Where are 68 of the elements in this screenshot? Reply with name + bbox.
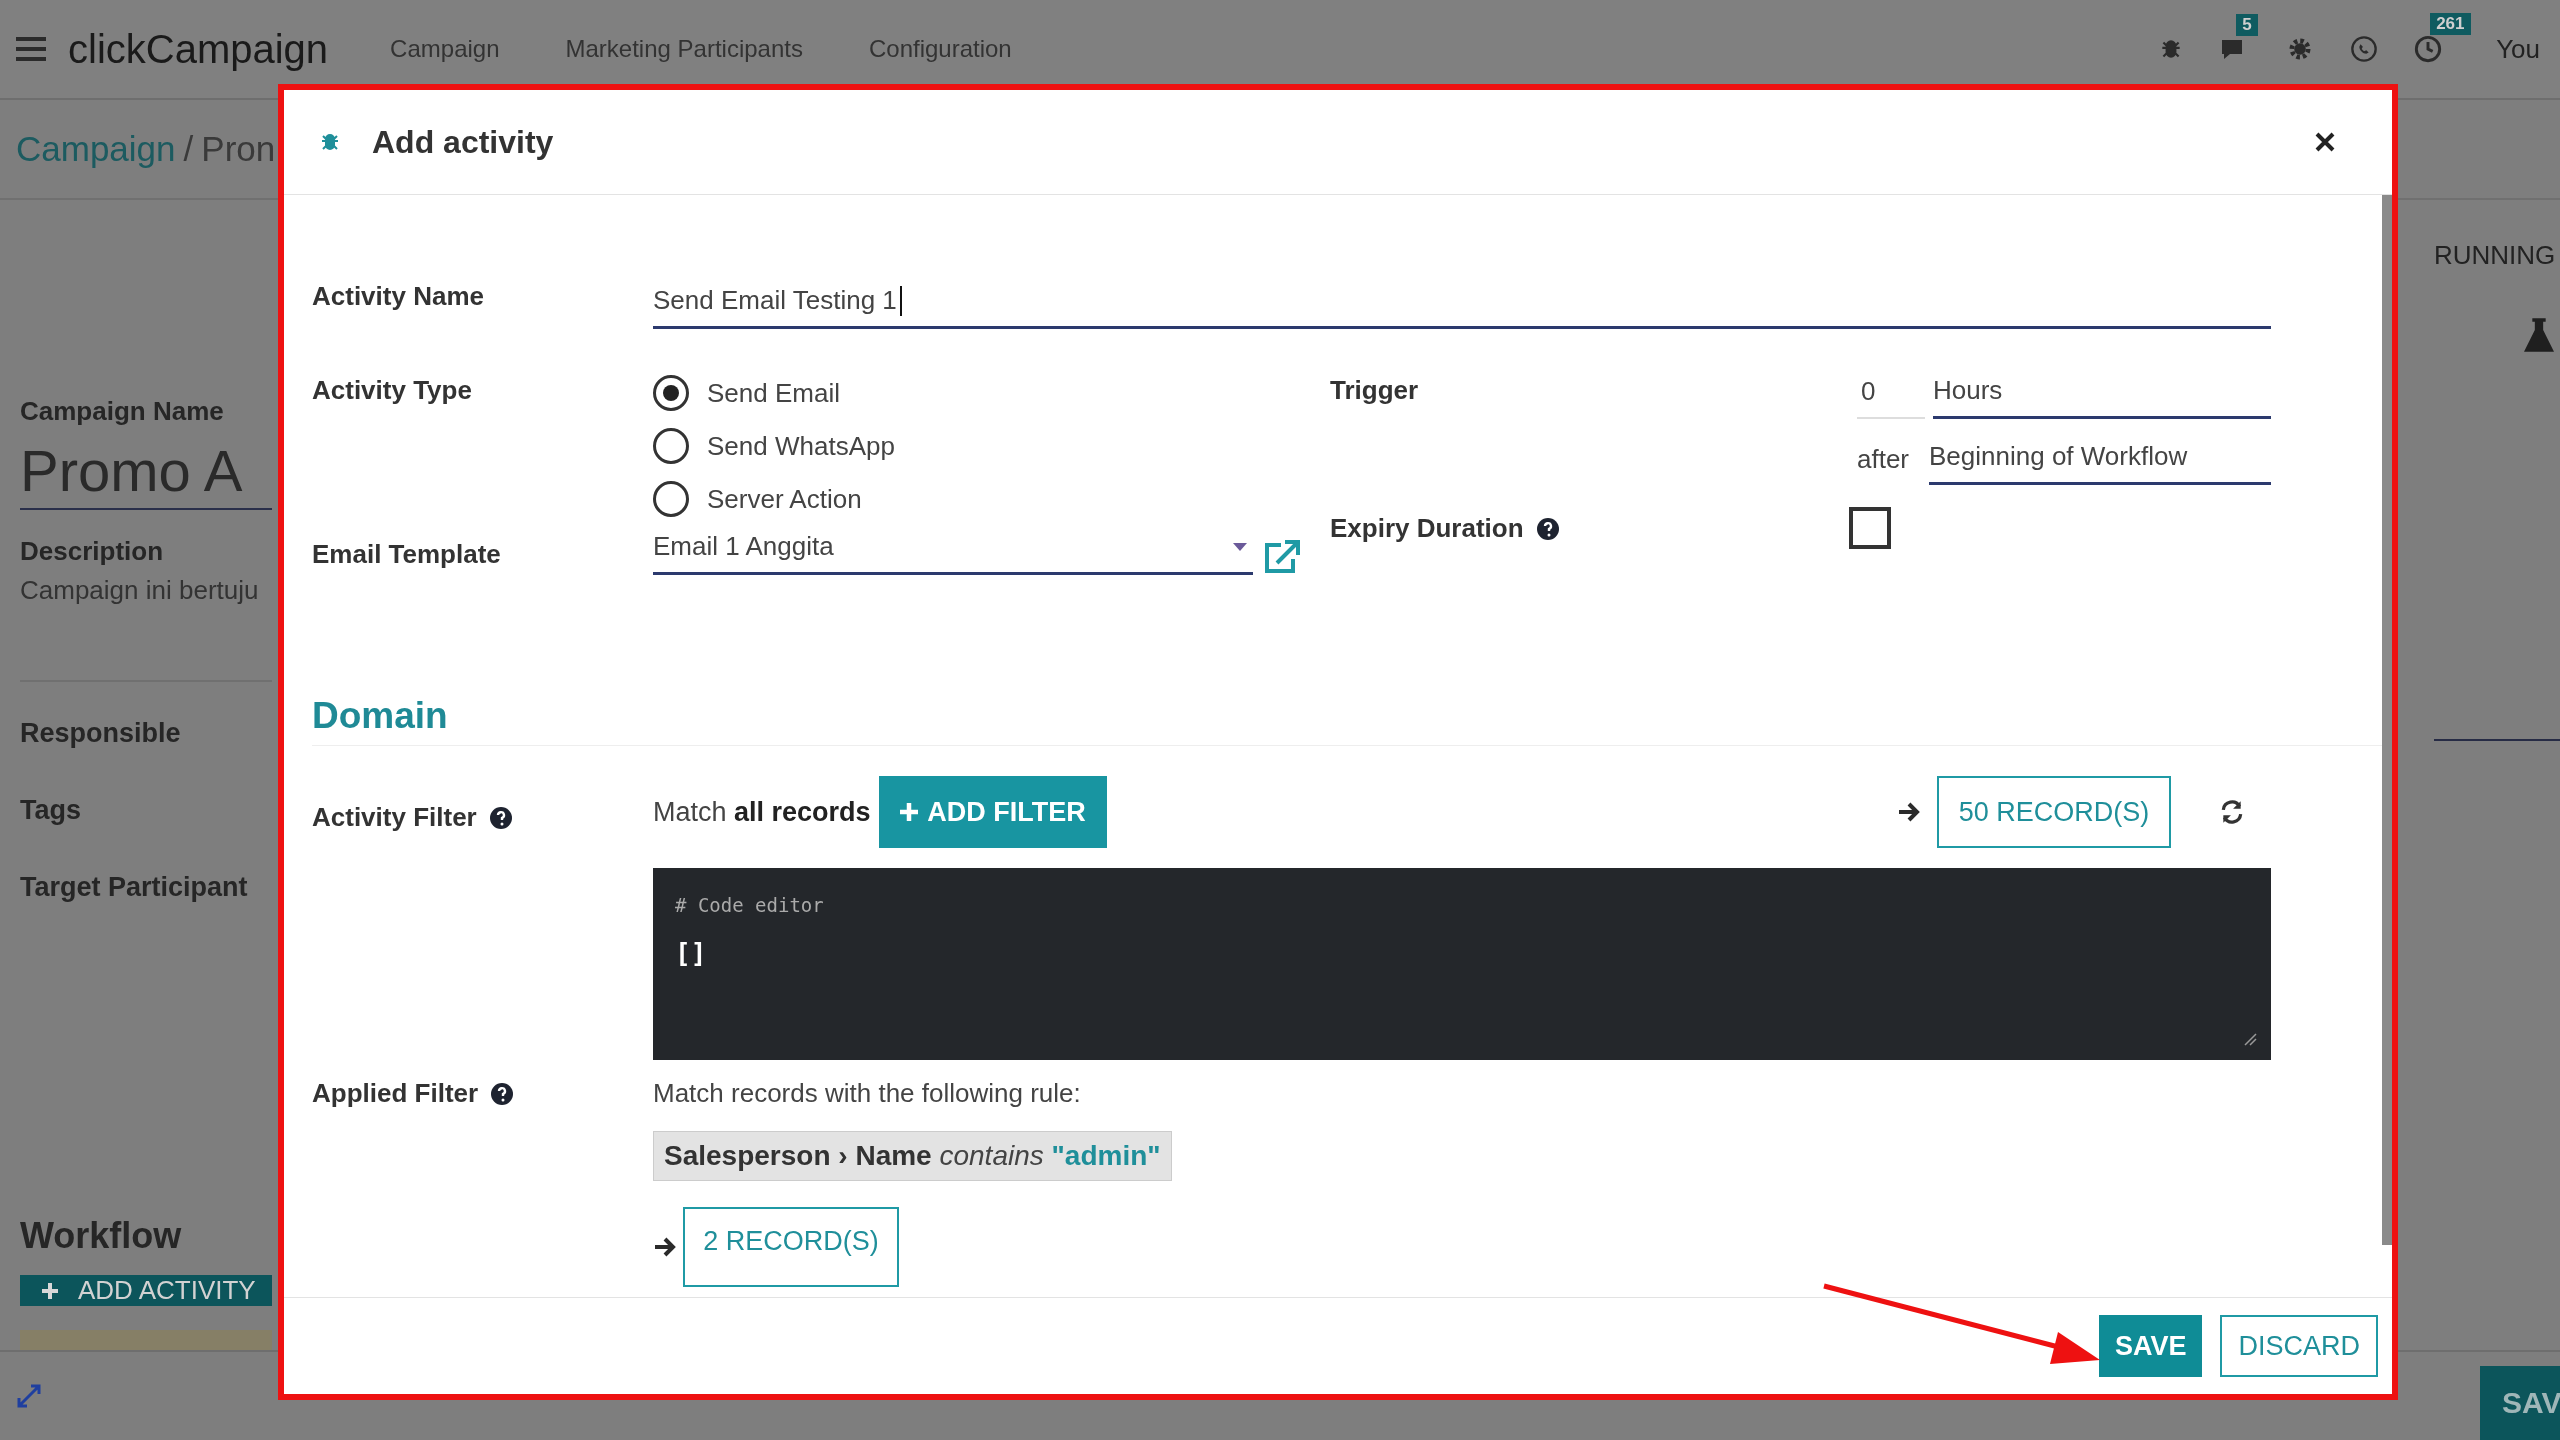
flask-icon: [2524, 317, 2554, 353]
menu-item[interactable]: Campaign: [390, 35, 500, 63]
code-text: []: [675, 938, 707, 968]
discard-button[interactable]: DISCARD: [2220, 1315, 2378, 1377]
clock-icon[interactable]: [2414, 35, 2443, 63]
unit-select[interactable]: Hours: [1933, 375, 2271, 419]
code-editor[interactable]: # Code editor []: [653, 868, 2271, 1060]
menu-icon[interactable]: [16, 37, 46, 61]
records-button[interactable]: 50 RECORD(S): [1937, 776, 2171, 848]
expand-icon[interactable]: [16, 1383, 42, 1409]
field-label: Tags: [20, 795, 82, 826]
save-button[interactable]: SAVE: [2098, 1315, 2203, 1377]
radio-button[interactable]: [653, 428, 689, 464]
activity-name-field[interactable]: Send Email Testing 1: [653, 281, 2271, 329]
radio-label[interactable]: Server Action: [707, 483, 862, 515]
menu-item[interactable]: Configuration: [868, 35, 1012, 63]
amount-field[interactable]: 0: [1857, 376, 1925, 419]
user-name[interactable]: You: [2496, 33, 2540, 65]
message-count: 5: [2236, 14, 2258, 36]
section-title: Domain: [312, 695, 448, 736]
status-label: RUNNING: [2434, 240, 2557, 271]
field-label: Expiry Duration: [1330, 513, 1524, 544]
match-text: Match all records: [653, 796, 871, 828]
field-label: Description: [20, 536, 165, 567]
description-text: Campaign ini bertuju: [20, 575, 260, 606]
help-icon: [488, 805, 513, 830]
field-label: Campaign Name: [20, 396, 225, 427]
radio-label[interactable]: Send WhatsApp: [707, 430, 895, 462]
resize-grip-icon[interactable]: [2243, 1032, 2257, 1046]
section-title: Workflow: [20, 1215, 183, 1257]
help-icon: [1535, 516, 1560, 541]
checkbox[interactable]: [1849, 507, 1891, 549]
email-template-select[interactable]: Email 1 Anggita: [653, 531, 1253, 575]
arrow-right-icon: [1897, 801, 1921, 823]
records-button[interactable]: 2 RECORD(S): [683, 1207, 899, 1287]
phone-icon[interactable]: [2350, 35, 2379, 63]
field-label: Activity Type: [312, 375, 473, 406]
after-label: after: [1857, 444, 1911, 476]
refresh-icon[interactable]: [2219, 799, 2245, 825]
radio-button[interactable]: [653, 375, 689, 411]
arrow-right-icon: [653, 1236, 677, 1258]
field-label: Activity Filter: [312, 802, 477, 833]
dialog-title: Add activity: [372, 123, 554, 161]
caret-icon: [1233, 542, 1247, 551]
add-activity-button[interactable]: ADD ACTIVITY: [20, 1275, 272, 1306]
event-select[interactable]: Beginning of Workflow: [1929, 441, 2271, 485]
field-label: Applied Filter: [312, 1078, 479, 1109]
radio-button[interactable]: [653, 481, 689, 517]
field-label: Activity Name: [312, 281, 485, 312]
field-label: Trigger: [1330, 375, 1420, 406]
menu-item[interactable]: Marketing Participants: [565, 35, 803, 63]
rule-intro: Match records with the following rule:: [653, 1078, 1082, 1109]
plus-icon: [40, 1280, 60, 1301]
app-name: clickCampaign: [68, 26, 329, 72]
help-icon: [490, 1081, 515, 1106]
campaign-name: Promo A: [20, 433, 272, 510]
field-label: Responsible: [20, 718, 182, 749]
radio-label[interactable]: Send Email: [707, 377, 840, 409]
breadcrumb-current: Pron: [201, 129, 276, 169]
code-comment: # Code editor: [675, 894, 824, 916]
breadcrumb-separator: /: [183, 129, 194, 169]
plus-icon: [899, 802, 920, 822]
activity-count: 261: [2430, 13, 2471, 35]
field-label: Target Participant: [20, 872, 249, 903]
close-icon[interactable]: [2314, 131, 2336, 153]
scrollbar[interactable]: [2382, 195, 2392, 1245]
add-filter-button[interactable]: ADD FILTER: [878, 776, 1107, 848]
field-label: Email Template: [312, 539, 502, 570]
